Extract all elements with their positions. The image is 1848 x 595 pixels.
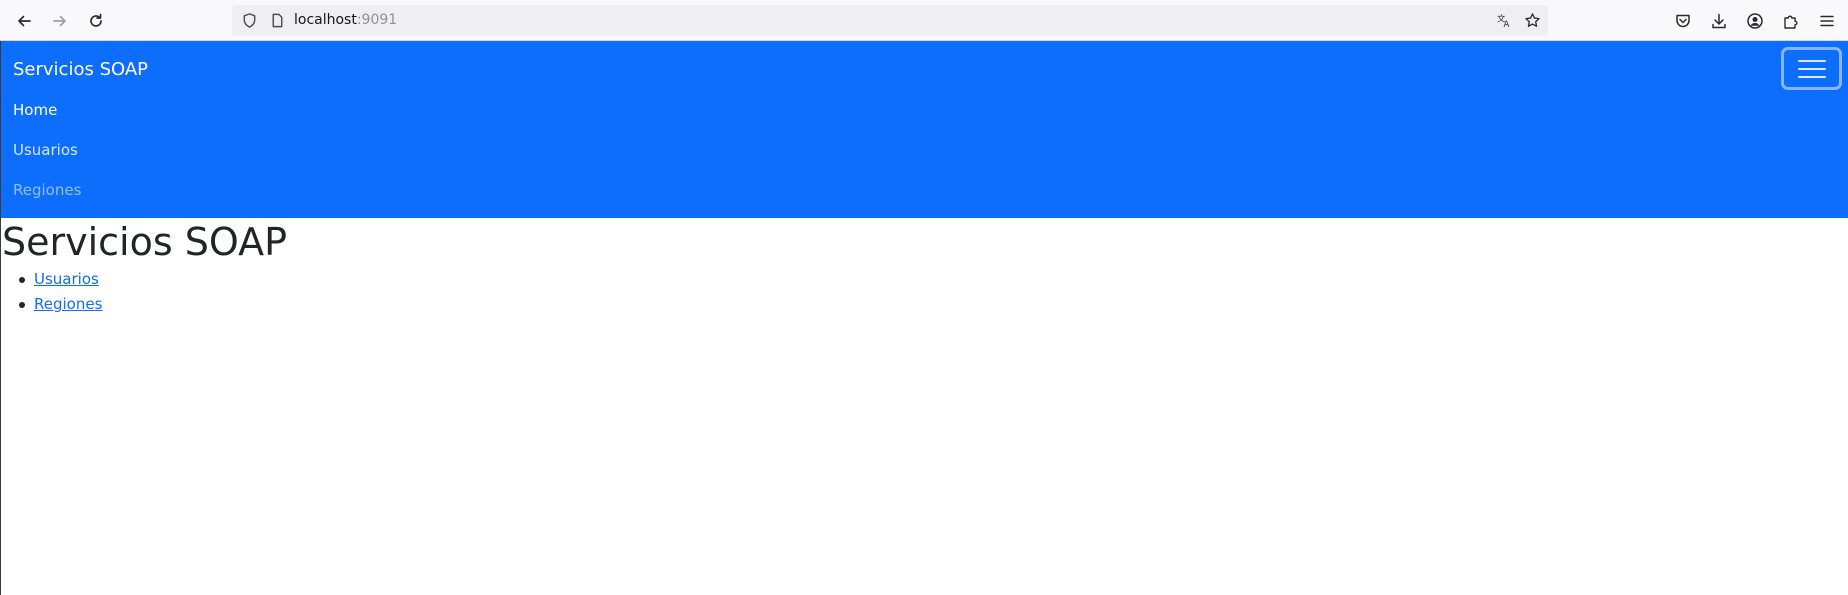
extensions-button[interactable] (1776, 6, 1806, 36)
download-icon (1712, 13, 1726, 29)
service-list: Usuarios Regiones (1, 267, 102, 317)
hamburger-icon (1797, 59, 1826, 78)
arrow-left-icon (18, 15, 31, 27)
navbar-toggler-button[interactable] (1781, 47, 1842, 90)
translate-icon[interactable]: 文 A (1495, 11, 1513, 29)
navbar: Servicios SOAP Home Usuarios Regiones (1, 41, 1848, 218)
account-icon (1747, 13, 1763, 29)
reload-button[interactable] (81, 6, 111, 36)
navbar-brand[interactable]: Servicios SOAP (13, 59, 148, 80)
nav-link-usuarios[interactable]: Usuarios (13, 141, 78, 159)
hamburger-menu-icon (1820, 15, 1834, 27)
svg-text:A: A (1503, 20, 1509, 29)
pocket-button[interactable] (1668, 6, 1698, 36)
url-host: localhost (294, 12, 357, 28)
reload-icon (90, 13, 102, 27)
forward-button[interactable] (45, 6, 75, 36)
nav-link-home[interactable]: Home (13, 101, 57, 119)
page-icon[interactable] (268, 11, 286, 29)
address-bar[interactable]: localhost:9091 文 A (232, 5, 1548, 36)
link-usuarios[interactable]: Usuarios (34, 270, 99, 288)
pocket-icon (1676, 14, 1690, 28)
back-button[interactable] (9, 6, 39, 36)
bullet-icon (19, 302, 25, 308)
app-menu-button[interactable] (1812, 6, 1842, 36)
page-viewport: Servicios SOAP Home Usuarios Regiones Se… (0, 41, 1848, 595)
arrow-right-icon (53, 15, 66, 27)
bullet-icon (19, 277, 25, 283)
browser-toolbar: localhost:9091 文 A (0, 0, 1848, 41)
nav-link-regiones[interactable]: Regiones (13, 181, 81, 199)
star-icon[interactable] (1523, 11, 1541, 29)
list-item: Regiones (1, 292, 102, 317)
downloads-button[interactable] (1704, 6, 1734, 36)
list-item: Usuarios (1, 267, 102, 292)
account-button[interactable] (1740, 6, 1770, 36)
url-text[interactable]: localhost:9091 (294, 11, 397, 29)
puzzle-icon (1784, 15, 1798, 29)
link-regiones[interactable]: Regiones (34, 295, 102, 313)
page-title: Servicios SOAP (2, 220, 288, 264)
url-port: :9091 (356, 12, 398, 28)
shield-icon[interactable] (240, 11, 258, 29)
